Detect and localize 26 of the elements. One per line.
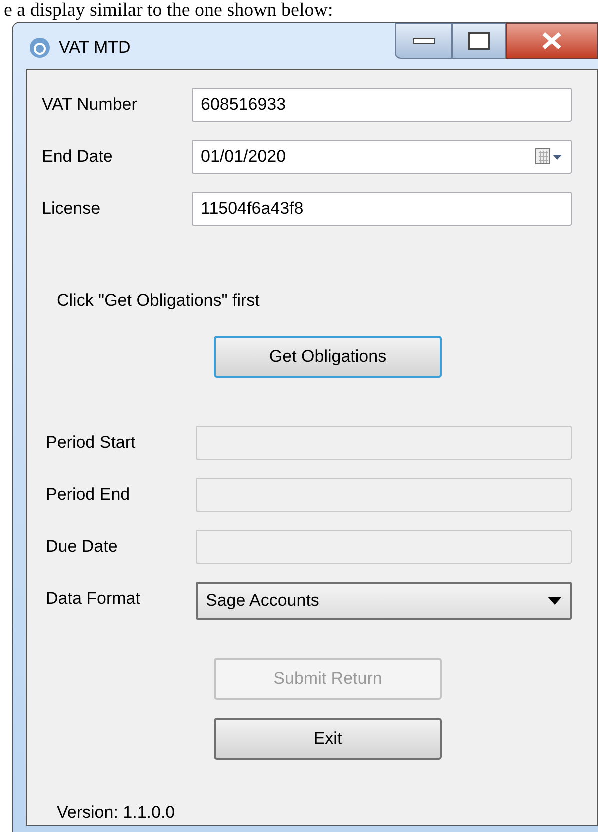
field-label: Data Format bbox=[46, 588, 142, 610]
field-label: Period Start bbox=[46, 432, 137, 454]
app-logo-icon bbox=[29, 36, 51, 59]
field-label: Period End bbox=[46, 484, 132, 506]
version-text: Version: 1.1.0.0 bbox=[57, 802, 176, 824]
window-title: VAT MTD bbox=[59, 37, 131, 59]
input-field[interactable]: 608516933 bbox=[192, 88, 572, 122]
field-label: Due Date bbox=[46, 536, 119, 558]
dropdown-arrow-icon bbox=[548, 596, 562, 604]
date-field[interactable]: 01/01/2020 bbox=[192, 140, 572, 174]
minimize-icon bbox=[412, 38, 434, 44]
hint-text: Click "Get Obligations" first bbox=[57, 290, 261, 312]
minimize-button[interactable] bbox=[395, 23, 452, 59]
dialog-button[interactable]: Exit bbox=[214, 718, 442, 760]
input-field[interactable]: 11504f6a43f8 bbox=[192, 192, 572, 226]
close-button[interactable] bbox=[506, 23, 598, 59]
maximize-icon bbox=[468, 32, 490, 50]
close-icon bbox=[541, 32, 563, 50]
document-text: e a display similar to the one shown below: bbox=[3, 0, 334, 22]
maximize-button[interactable] bbox=[452, 23, 506, 59]
calendar-dropdown-icon bbox=[535, 148, 563, 166]
field-label: License bbox=[42, 198, 102, 220]
dialog-button[interactable]: Get Obligations bbox=[214, 336, 442, 378]
field-label: VAT Number bbox=[42, 94, 138, 116]
dropdown[interactable]: Sage Accounts bbox=[196, 582, 572, 620]
field-label: End Date bbox=[42, 146, 114, 168]
